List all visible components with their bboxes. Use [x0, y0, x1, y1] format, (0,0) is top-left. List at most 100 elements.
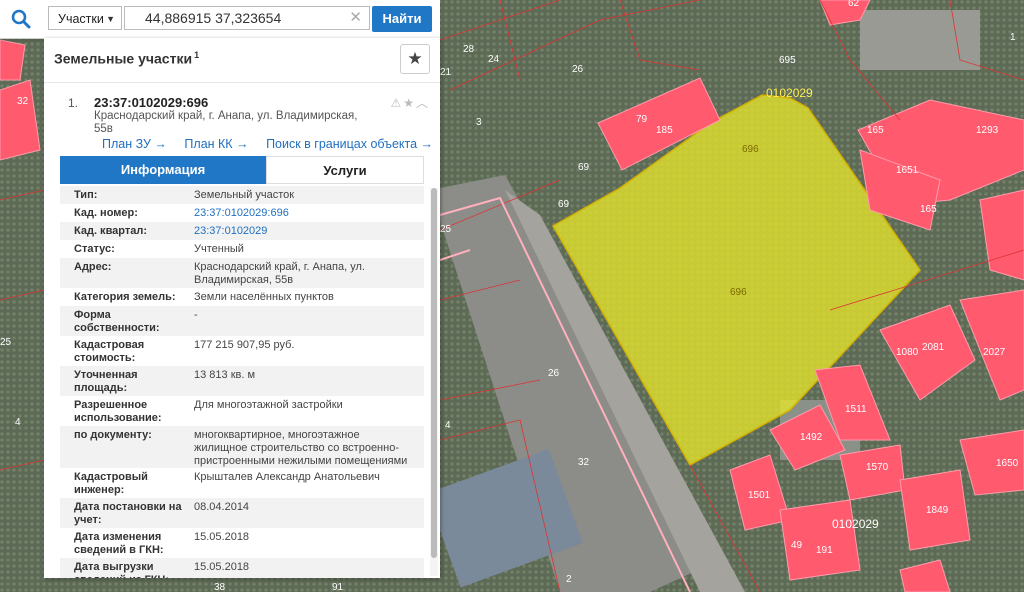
svg-text:79: 79 — [636, 114, 648, 125]
svg-text:2: 2 — [566, 574, 572, 585]
svg-text:3: 3 — [476, 117, 482, 128]
detail-value: 15.05.2018 — [194, 561, 250, 573]
tab-info[interactable]: Информация — [60, 156, 266, 184]
detail-row: Тип: Земельный участок — [60, 186, 424, 204]
search-type-select[interactable]: Участки ▼ — [48, 6, 122, 30]
detail-value: Земли населённых пунктов — [194, 291, 334, 303]
chevron-up-icon[interactable]: ︿ — [416, 96, 430, 110]
search-in-bounds-link[interactable]: Поиск в границах объекта → — [266, 137, 433, 151]
search-input[interactable]: 44,886915 37,323654 ✕ — [124, 6, 370, 30]
svg-text:32: 32 — [17, 96, 29, 107]
svg-text:28: 28 — [463, 44, 475, 55]
result-address: Краснодарский край, г. Анапа, ул. Владим… — [94, 110, 358, 135]
detail-label: Кад. номер: — [74, 207, 138, 219]
svg-text:1570: 1570 — [866, 462, 889, 473]
detail-label: Дата изменения сведений в ГКН: — [74, 531, 164, 556]
plan-zu-link[interactable]: План ЗУ → — [102, 137, 167, 151]
svg-text:4: 4 — [445, 420, 451, 431]
svg-text:1511: 1511 — [845, 404, 867, 415]
detail-label: по документу: — [74, 429, 152, 441]
detail-row: Дата изменения сведений в ГКН: 15.05.2018 — [60, 528, 424, 558]
detail-label: Уточненная площадь: — [74, 369, 138, 394]
detail-value: Учтенный — [194, 243, 244, 255]
favorite-star-button[interactable]: ★ — [400, 44, 430, 74]
svg-text:185: 185 — [656, 125, 673, 136]
detail-row: Кадастровый инженер: Крышталев Александр … — [60, 468, 424, 498]
detail-value: 13 813 кв. м — [194, 369, 256, 381]
results-panel: Земельные участки 1 ★ 1. 23:37:0102029:69… — [44, 38, 440, 578]
detail-value: Краснодарский край, г. Анапа, ул. Владим… — [194, 261, 365, 286]
detail-row: Статус: Учтенный — [60, 240, 424, 258]
panel-title-text: Земельные участки — [54, 50, 193, 67]
detail-value: 177 215 907,95 руб. — [194, 339, 295, 351]
panel-scrollbar[interactable] — [430, 188, 438, 576]
panel-header: Земельные участки 1 ★ — [44, 38, 440, 83]
detail-row: Разрешенное использование: Для многоэтажн… — [60, 396, 424, 426]
detail-label: Категория земель: — [74, 291, 176, 303]
detail-value[interactable]: 23:37:0102029 — [194, 225, 414, 238]
svg-text:696: 696 — [730, 287, 747, 298]
detail-value: Для многоэтажной застройки — [194, 399, 343, 411]
find-button[interactable]: Найти — [372, 6, 432, 32]
detail-label: Кад. квартал: — [74, 225, 148, 237]
plan-kk-link[interactable]: План КК → — [184, 137, 248, 151]
parcel-left-top[interactable] — [0, 39, 26, 81]
search-icon[interactable] — [6, 6, 36, 32]
detail-value: 08.04.2014 — [194, 501, 250, 513]
detail-value: Крышталев Александр Анатольевич — [194, 471, 380, 483]
result-actions: ⚠★︿ — [390, 94, 430, 111]
svg-text:1651: 1651 — [896, 165, 919, 176]
svg-text:91: 91 — [332, 582, 344, 592]
search-query-text: 44,886915 37,323654 — [145, 10, 282, 26]
info-tabs: Информация Услуги — [60, 156, 424, 184]
detail-row: Адрес: Краснодарский край, г. Анапа, ул. … — [60, 258, 424, 288]
svg-text:21: 21 — [440, 67, 452, 78]
block-label-2: 0102029 — [832, 517, 879, 531]
detail-value: Земельный участок — [194, 189, 295, 201]
star-icon[interactable]: ★ — [403, 96, 416, 110]
svg-text:2081: 2081 — [922, 342, 945, 353]
detail-row: Кад. номер: 23:37:0102029:696 — [60, 204, 424, 222]
search-bar: Участки ▼ 44,886915 37,323654 ✕ Найти — [0, 0, 440, 39]
details-table: Тип: Земельный участок Кад. номер: 23:37:01… — [60, 186, 424, 578]
clear-icon[interactable]: ✕ — [349, 7, 362, 29]
svg-text:26: 26 — [572, 64, 584, 75]
detail-row: Кадастровая стоимость: 177 215 907,95 руб… — [60, 336, 424, 366]
result-cad-number[interactable]: 23:37:0102029:696 — [94, 95, 208, 110]
detail-label: Форма собственности: — [74, 309, 160, 334]
svg-text:32: 32 — [578, 457, 590, 468]
search-type-label: Участки — [58, 12, 104, 26]
detail-value: - — [194, 309, 198, 321]
svg-text:696: 696 — [742, 144, 759, 155]
svg-text:165: 165 — [867, 125, 884, 136]
scroll-thumb[interactable] — [431, 188, 437, 558]
svg-text:165: 165 — [920, 204, 937, 215]
svg-text:1: 1 — [1010, 32, 1016, 43]
detail-label: Кадастровая стоимость: — [74, 339, 145, 364]
tab-services[interactable]: Услуги — [266, 156, 424, 184]
svg-text:1080: 1080 — [896, 347, 919, 358]
detail-label: Дата выгрузки сведений из ГКН: — [74, 561, 169, 578]
svg-text:2027: 2027 — [983, 347, 1006, 358]
svg-text:1492: 1492 — [800, 432, 823, 443]
detail-label: Тип: — [74, 189, 98, 201]
detail-label: Адрес: — [74, 261, 112, 273]
result-index: 1. — [68, 96, 79, 110]
detail-row: Дата выгрузки сведений из ГКН: 15.05.2018 — [60, 558, 424, 578]
detail-label: Дата постановки на учет: — [74, 501, 182, 526]
svg-text:69: 69 — [558, 199, 570, 210]
detail-row: Дата постановки на учет: 08.04.2014 — [60, 498, 424, 528]
svg-text:38: 38 — [214, 582, 226, 592]
detail-row: Форма собственности: - — [60, 306, 424, 336]
result-links: План ЗУ → План КК → Поиск в границах объ… — [102, 137, 440, 151]
svg-text:62: 62 — [848, 0, 860, 9]
warning-icon[interactable]: ⚠ — [390, 96, 403, 110]
chevron-down-icon: ▼ — [106, 14, 115, 24]
svg-text:25: 25 — [440, 224, 452, 235]
detail-label: Разрешенное использование: — [74, 399, 162, 424]
panel-title-count: 1 — [194, 50, 200, 60]
panel-title: Земельные участки 1 — [54, 50, 199, 67]
detail-label: Статус: — [74, 243, 115, 255]
detail-value[interactable]: 23:37:0102029:696 — [194, 207, 414, 220]
detail-row: по документу: многоквартирное, многоэтажн… — [60, 426, 424, 468]
